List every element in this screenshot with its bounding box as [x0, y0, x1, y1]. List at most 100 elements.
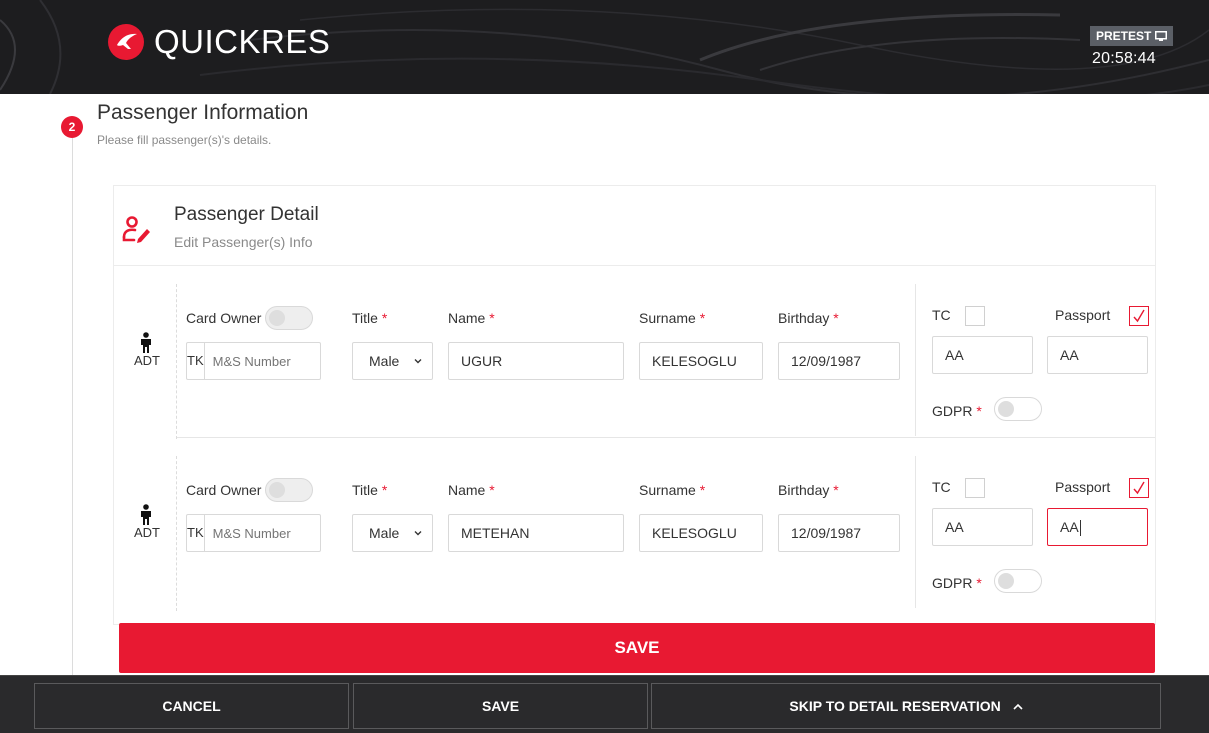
title-select[interactable]: Male	[352, 514, 433, 552]
card-subtitle: Edit Passenger(s) Info	[174, 234, 313, 250]
row-divider	[176, 284, 177, 439]
passport-label: Passport	[1055, 479, 1111, 495]
step-title: Passenger Information	[97, 101, 309, 124]
toggle-knob	[998, 401, 1014, 417]
checkmark-icon	[1133, 481, 1145, 495]
title-label-text: Title	[352, 310, 378, 326]
gdpr-label: GDPR *	[932, 402, 982, 420]
name-label-text: Name	[448, 310, 486, 326]
row-divider	[915, 456, 916, 608]
chevron-down-icon	[414, 531, 422, 536]
step-subtitle: Please fill passenger(s)'s details.	[97, 133, 272, 147]
checkmark-icon	[1133, 309, 1145, 323]
passport-checkbox[interactable]	[1129, 306, 1149, 326]
required-mark: *	[489, 482, 495, 498]
title-select-value: Male	[369, 353, 400, 369]
skip-to-detail-reservation-button[interactable]: SKIP TO DETAIL RESERVATION	[651, 683, 1161, 729]
step-timeline	[72, 138, 73, 678]
chevron-down-icon	[414, 359, 422, 364]
adult-person-icon	[141, 504, 151, 525]
passenger-row: ADT Card Owner TK Title * Male Name * ME…	[114, 438, 1155, 611]
title-label: Title *	[352, 309, 387, 327]
required-mark: *	[381, 310, 388, 326]
ms-number-group: TK	[186, 514, 389, 552]
surname-input[interactable]: KELESOGLU	[639, 514, 763, 552]
passenger-type-label: ADT	[134, 353, 160, 368]
birthday-label-text: Birthday	[778, 482, 830, 498]
birthday-label: Birthday *	[778, 481, 839, 499]
passport-label: Passport	[1055, 307, 1111, 323]
toggle-knob	[269, 482, 285, 498]
brand-logo: QUICKRES	[108, 22, 330, 62]
birthday-input[interactable]: 12/09/1987	[778, 514, 900, 552]
footer-bar: CANCEL SAVE SKIP TO DETAIL RESERVATION	[0, 675, 1209, 733]
passenger-detail-card: Passenger Detail Edit Passenger(s) Info …	[113, 185, 1156, 625]
surname-label-text: Surname	[639, 310, 696, 326]
toggle-knob	[998, 573, 1014, 589]
environment-badge: PRETEST	[1090, 26, 1174, 46]
text-cursor	[1079, 520, 1081, 537]
surname-label-text: Surname	[639, 482, 696, 498]
title-select-value: Male	[369, 525, 400, 541]
skip-button-label: SKIP TO DETAIL RESERVATION	[789, 698, 1001, 714]
card-header: Passenger Detail Edit Passenger(s) Info	[114, 186, 1155, 266]
title-label-text: Title	[352, 482, 378, 498]
save-passengers-button[interactable]: SAVE	[119, 623, 1155, 673]
card-owner-toggle[interactable]	[265, 478, 313, 502]
chevron-up-icon	[1013, 704, 1023, 710]
save-button[interactable]: SAVE	[353, 683, 648, 729]
passenger-row: ADT Card Owner TK Title * Male Name * UG…	[114, 266, 1155, 439]
gdpr-label-text: GDPR	[932, 575, 973, 591]
title-select[interactable]: Male	[352, 342, 433, 380]
gdpr-toggle[interactable]	[994, 397, 1042, 421]
tc-number-input[interactable]: AA	[932, 336, 1033, 374]
required-mark: *	[976, 403, 982, 419]
required-mark: *	[833, 482, 839, 498]
tc-label: TC	[932, 479, 951, 495]
tc-checkbox[interactable]	[965, 306, 985, 326]
passport-number-value: AA	[1060, 519, 1079, 535]
monitor-icon	[1155, 30, 1168, 41]
toggle-knob	[269, 310, 285, 326]
tc-label: TC	[932, 307, 951, 323]
gdpr-toggle[interactable]	[994, 569, 1042, 593]
title-label: Title *	[352, 481, 387, 499]
required-mark: *	[976, 575, 982, 591]
surname-label: Surname *	[639, 481, 705, 499]
required-mark: *	[833, 310, 839, 326]
passenger-type: ADT	[134, 332, 160, 368]
cancel-button[interactable]: CANCEL	[34, 683, 349, 729]
step-number-badge: 2	[61, 116, 83, 138]
required-mark: *	[489, 310, 495, 326]
app-header: QUICKRES PRETEST 20:58:44	[0, 0, 1209, 94]
tc-checkbox[interactable]	[965, 478, 985, 498]
card-owner-toggle[interactable]	[265, 306, 313, 330]
row-divider	[915, 284, 916, 436]
birthday-label-text: Birthday	[778, 310, 830, 326]
environment-indicator: PRETEST 20:58:44	[1082, 25, 1174, 73]
card-owner-label: Card Owner	[186, 482, 262, 498]
tc-number-input[interactable]: AA	[932, 508, 1033, 546]
environment-label: PRETEST	[1096, 29, 1152, 43]
row-divider	[176, 456, 177, 611]
passenger-type: ADT	[134, 504, 160, 540]
passport-checkbox[interactable]	[1129, 478, 1149, 498]
required-mark: *	[699, 482, 706, 498]
passenger-type-label: ADT	[134, 525, 160, 540]
passport-number-input[interactable]: AA	[1047, 336, 1148, 374]
surname-input[interactable]: KELESOGLU	[639, 342, 763, 380]
passport-number-input[interactable]: AA	[1047, 508, 1148, 546]
airline-logo-icon	[108, 24, 144, 60]
required-mark: *	[381, 482, 388, 498]
ms-number-group: TK	[186, 342, 389, 380]
name-input[interactable]: METEHAN	[448, 514, 624, 552]
edit-user-icon	[122, 216, 150, 243]
required-mark: *	[699, 310, 706, 326]
name-label-text: Name	[448, 482, 486, 498]
ms-prefix: TK	[187, 515, 205, 551]
birthday-input[interactable]: 12/09/1987	[778, 342, 900, 380]
gdpr-label: GDPR *	[932, 574, 982, 592]
ms-prefix: TK	[187, 343, 205, 379]
name-input[interactable]: UGUR	[448, 342, 624, 380]
name-label: Name *	[448, 481, 495, 499]
